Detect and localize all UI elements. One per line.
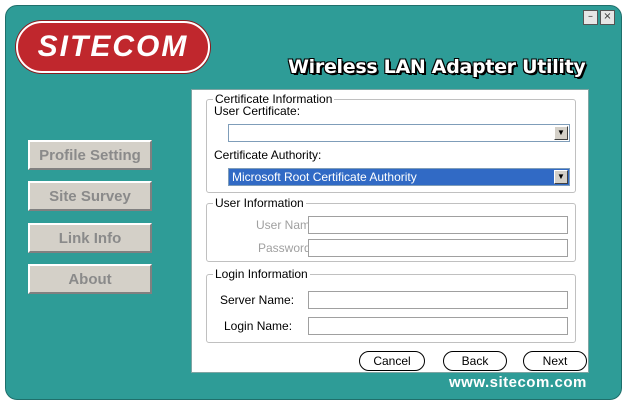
utility-frame: SITECOM – × Wireless LAN Adapter Utility…: [5, 5, 622, 400]
nav-link-info[interactable]: Link Info: [28, 223, 152, 253]
nav-site-survey[interactable]: Site Survey: [28, 181, 152, 211]
login-information-legend: Login Information: [215, 267, 308, 281]
certificate-authority-label: Certificate Authority:: [214, 148, 322, 162]
login-name-input[interactable]: [308, 317, 568, 335]
user-certificate-label: User Certificate:: [214, 104, 301, 118]
password-input[interactable]: [308, 239, 568, 257]
user-certificate-select[interactable]: ▼: [228, 124, 570, 142]
certificate-authority-value: Microsoft Root Certificate Authority: [232, 170, 417, 184]
app-window: SITECOM – × Wireless LAN Adapter Utility…: [0, 0, 631, 404]
back-button[interactable]: Back: [443, 351, 507, 371]
next-button[interactable]: Next: [523, 351, 587, 371]
settings-panel: Certificate Information User Certificate…: [191, 89, 589, 373]
password-label: Password:: [258, 241, 315, 255]
chevron-down-icon[interactable]: ▼: [554, 126, 568, 140]
login-name-label: Login Name:: [224, 319, 293, 333]
server-name-input[interactable]: [308, 291, 568, 309]
website-url: www.sitecom.com: [449, 374, 587, 391]
app-title: Wireless LAN Adapter Utility: [288, 56, 586, 78]
user-information-legend: User Information: [215, 196, 304, 210]
nav-about[interactable]: About: [28, 264, 152, 294]
sitecom-logo: SITECOM: [16, 21, 210, 73]
close-icon[interactable]: ×: [600, 10, 615, 25]
user-name-input[interactable]: [308, 216, 568, 234]
minimize-icon[interactable]: –: [583, 10, 598, 25]
nav-profile-setting[interactable]: Profile Setting: [28, 140, 152, 170]
certificate-authority-select[interactable]: Microsoft Root Certificate Authority ▼: [228, 168, 570, 186]
chevron-down-icon[interactable]: ▼: [554, 170, 568, 184]
server-name-label: Server Name:: [220, 293, 295, 307]
cancel-button[interactable]: Cancel: [359, 351, 425, 371]
logo-text: SITECOM: [37, 30, 189, 63]
